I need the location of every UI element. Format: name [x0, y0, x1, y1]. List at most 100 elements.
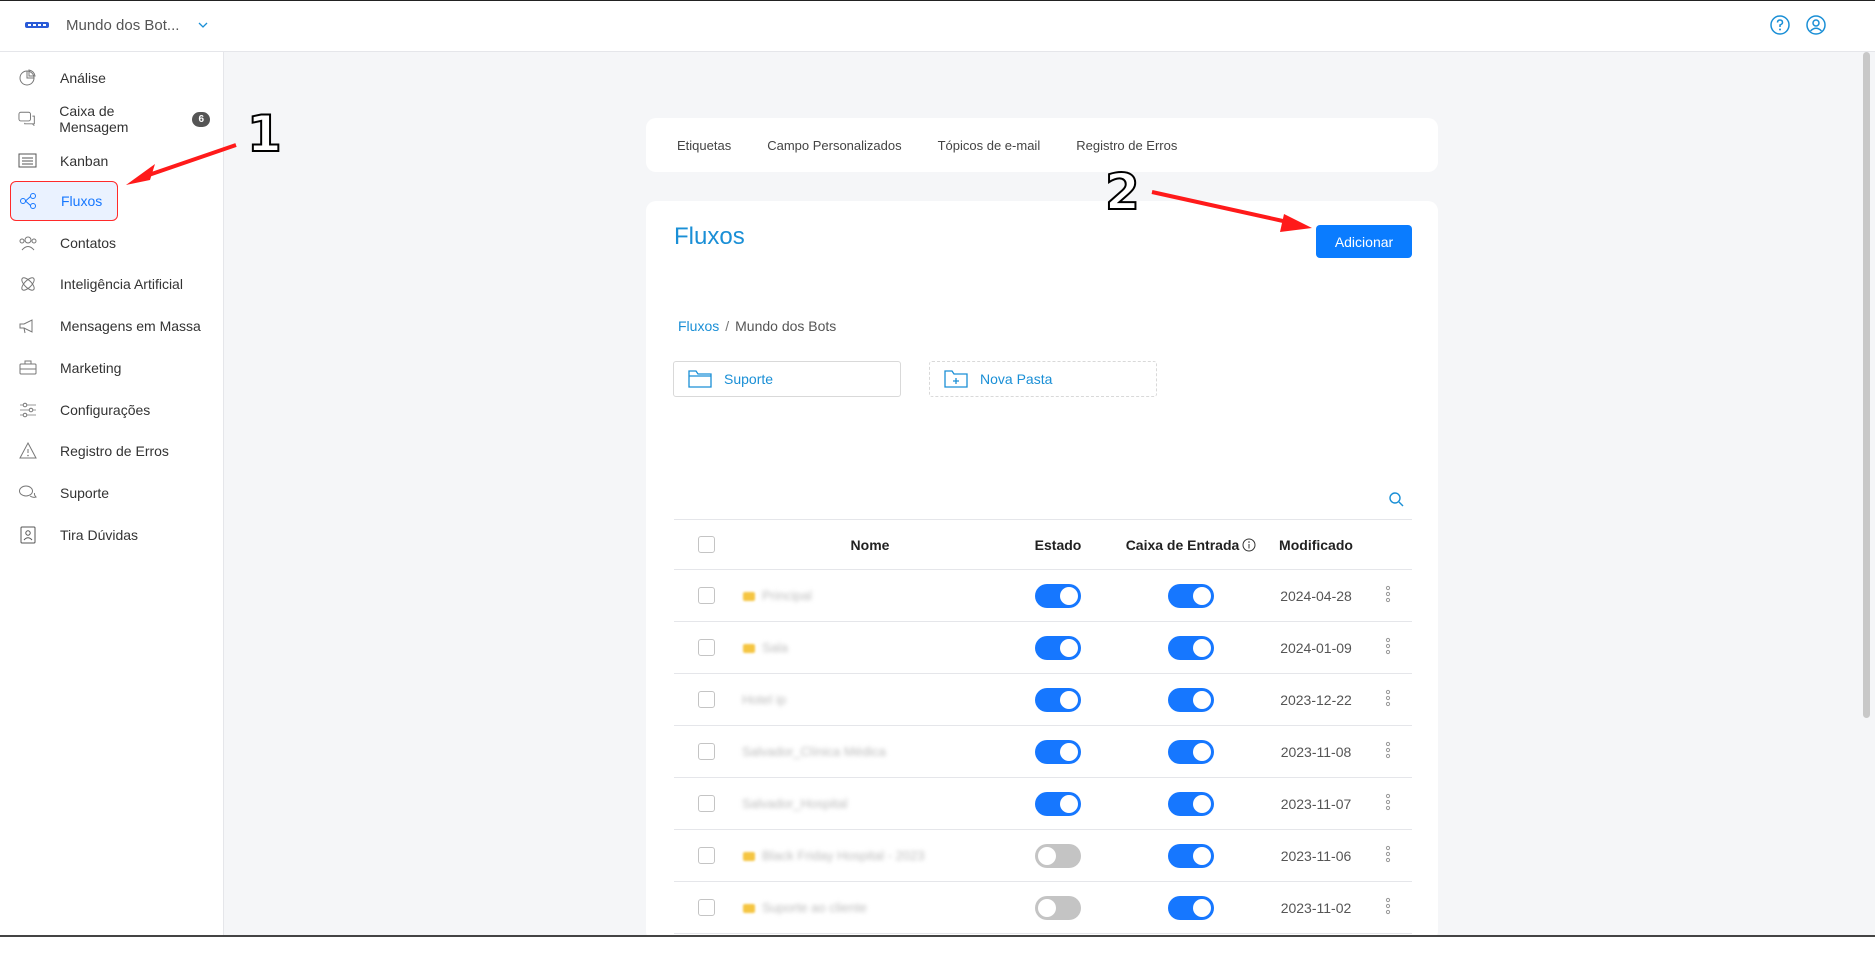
state-toggle[interactable] — [1035, 843, 1081, 868]
state-toggle[interactable] — [1035, 895, 1081, 920]
modified-date: 2024-04-28 — [1268, 569, 1364, 622]
table-row[interactable]: Sala 2024-01-09 — [674, 621, 1412, 674]
table-row[interactable]: Black Friday Hospital - 2023 2023-11-06 — [674, 829, 1412, 882]
sidebar-item-kanban[interactable]: Kanban — [10, 144, 210, 178]
ai-icon — [21, 277, 35, 291]
flow-name[interactable]: Salvador_Hospital — [742, 796, 848, 811]
row-checkbox[interactable] — [697, 795, 715, 813]
sidebar-item-fluxos[interactable]: Fluxos — [10, 181, 118, 221]
table-row[interactable]: Salvador_Clínica Médica 2023-11-08 — [674, 725, 1412, 778]
star-icon — [743, 851, 755, 861]
user-icon[interactable] — [1805, 14, 1827, 36]
table-row[interactable]: Suporte ao cliente 2023-11-02 — [674, 881, 1412, 934]
inbox-toggle[interactable] — [1168, 635, 1214, 660]
state-toggle[interactable] — [1035, 791, 1081, 816]
row-checkbox[interactable] — [697, 743, 715, 761]
flow-name[interactable]: Hotel ip — [742, 692, 786, 707]
state-toggle[interactable] — [1035, 635, 1081, 660]
more-options-icon[interactable] — [1385, 636, 1391, 656]
scrollbar[interactable] — [1863, 52, 1870, 718]
breadcrumb-root[interactable]: Fluxos — [678, 318, 719, 334]
add-button[interactable]: Adicionar — [1316, 225, 1412, 258]
more-options-icon[interactable] — [1385, 740, 1391, 760]
help-icon[interactable] — [1769, 14, 1791, 36]
table-row[interactable]: Hotel ip 2023-12-22 — [674, 673, 1412, 726]
sidebar-item-label: Mensagens em Massa — [60, 318, 201, 334]
select-all-checkbox[interactable] — [697, 536, 715, 554]
flow-name[interactable]: Sala — [762, 640, 788, 655]
flow-name[interactable]: Principal — [762, 588, 812, 603]
modified-date: 2023-11-06 — [1268, 829, 1364, 882]
column-header-modified[interactable]: Modificado — [1268, 519, 1364, 570]
state-toggle[interactable] — [1035, 687, 1081, 712]
row-checkbox[interactable] — [697, 639, 715, 657]
flow-name[interactable]: Black Friday Hospital - 2023 — [762, 848, 925, 863]
settings-icon — [20, 402, 36, 418]
sidebar-item-analise[interactable]: Análise — [10, 61, 210, 95]
faq-icon — [20, 526, 36, 544]
sidebar-item-marketing[interactable]: Marketing — [10, 351, 210, 385]
chevron-down-icon[interactable] — [196, 18, 210, 32]
more-options-icon[interactable] — [1385, 792, 1391, 812]
sidebar-item-label: Análise — [60, 70, 106, 86]
breadcrumb-separator: / — [725, 318, 730, 334]
annotation-step-1: 1 — [246, 104, 283, 164]
workspace-name[interactable]: Mundo dos Bot... — [66, 17, 179, 34]
sidebar-item-inteligencia-artificial[interactable]: Inteligência Artificial — [10, 267, 210, 301]
inbox-toggle[interactable] — [1168, 583, 1214, 608]
sidebar-item-suporte[interactable]: Suporte — [10, 476, 210, 510]
inbox-toggle[interactable] — [1168, 687, 1214, 712]
more-options-icon[interactable] — [1385, 584, 1391, 604]
state-toggle[interactable] — [1035, 583, 1081, 608]
sidebar-item-label: Contatos — [60, 235, 117, 251]
sidebar-item-registro-de-erros[interactable]: Registro de Erros — [10, 434, 210, 468]
info-icon[interactable] — [1242, 538, 1256, 552]
table-row[interactable]: Salvador_Hospital 2023-11-07 — [674, 777, 1412, 830]
inbox-toggle[interactable] — [1168, 895, 1214, 920]
page-title: Fluxos — [674, 223, 745, 250]
more-options-icon[interactable] — [1385, 844, 1391, 864]
inbox-toggle[interactable] — [1168, 843, 1214, 868]
tab-registro-de-erros[interactable]: Registro de Erros — [1076, 138, 1177, 153]
folder-suporte[interactable]: Suporte — [673, 361, 901, 397]
inbox-toggle[interactable] — [1168, 791, 1214, 816]
row-checkbox[interactable] — [697, 691, 715, 709]
tab-topicos-de-email[interactable]: Tópicos de e-mail — [938, 138, 1041, 153]
table-row[interactable]: Principal 2024-04-28 — [674, 569, 1412, 622]
sidebar-item-contatos[interactable]: Contatos — [10, 226, 210, 260]
unread-badge: 6 — [192, 111, 210, 127]
tab-campo-personalizados[interactable]: Campo Personalizados — [767, 138, 901, 153]
search-icon[interactable] — [1388, 491, 1404, 507]
support-icon — [19, 485, 37, 498]
sidebar-item-mensagens-em-massa[interactable]: Mensagens em Massa — [10, 309, 210, 343]
flow-name[interactable]: Salvador_Clínica Médica — [742, 744, 886, 759]
sidebar-item-label: Configurações — [60, 402, 151, 418]
marketing-icon — [19, 360, 37, 375]
row-checkbox[interactable] — [697, 899, 715, 917]
more-options-icon[interactable] — [1385, 896, 1391, 916]
column-header-name[interactable]: Nome — [738, 519, 1002, 570]
sidebar-item-configuracoes[interactable]: Configurações — [10, 393, 210, 427]
row-checkbox[interactable] — [697, 587, 715, 605]
table-header-row: Nome Estado Caixa de Entrada Modificado — [674, 519, 1412, 570]
top-bar: Mundo dos Bot... — [0, 0, 1875, 52]
sidebar-item-caixa-de-mensagem[interactable]: Caixa de Mensagem 6 — [10, 102, 210, 136]
column-header-inbox: Caixa de Entrada — [1114, 519, 1268, 570]
column-header-inbox-label: Caixa de Entrada — [1125, 536, 1240, 553]
sidebar: Análise Caixa de Mensagem 6 Kanban Fluxo… — [0, 52, 224, 936]
breadcrumb: Fluxos / Mundo dos Bots — [678, 318, 836, 334]
folder-label: Nova Pasta — [980, 371, 1053, 387]
sidebar-item-tira-duvidas[interactable]: Tira Dúvidas — [10, 518, 210, 552]
sidebar-item-label: Tira Dúvidas — [60, 527, 139, 543]
modified-date: 2023-12-22 — [1268, 673, 1364, 726]
tab-etiquetas[interactable]: Etiquetas — [677, 138, 731, 153]
row-checkbox[interactable] — [697, 847, 715, 865]
new-folder-button[interactable]: Nova Pasta — [929, 361, 1157, 397]
modified-date: 2023-11-08 — [1268, 725, 1364, 778]
warning-icon — [19, 441, 37, 459]
flow-name[interactable]: Suporte ao cliente — [762, 900, 867, 915]
inbox-toggle[interactable] — [1168, 739, 1214, 764]
state-toggle[interactable] — [1035, 739, 1081, 764]
more-options-icon[interactable] — [1385, 688, 1391, 708]
contacts-icon — [19, 236, 37, 251]
